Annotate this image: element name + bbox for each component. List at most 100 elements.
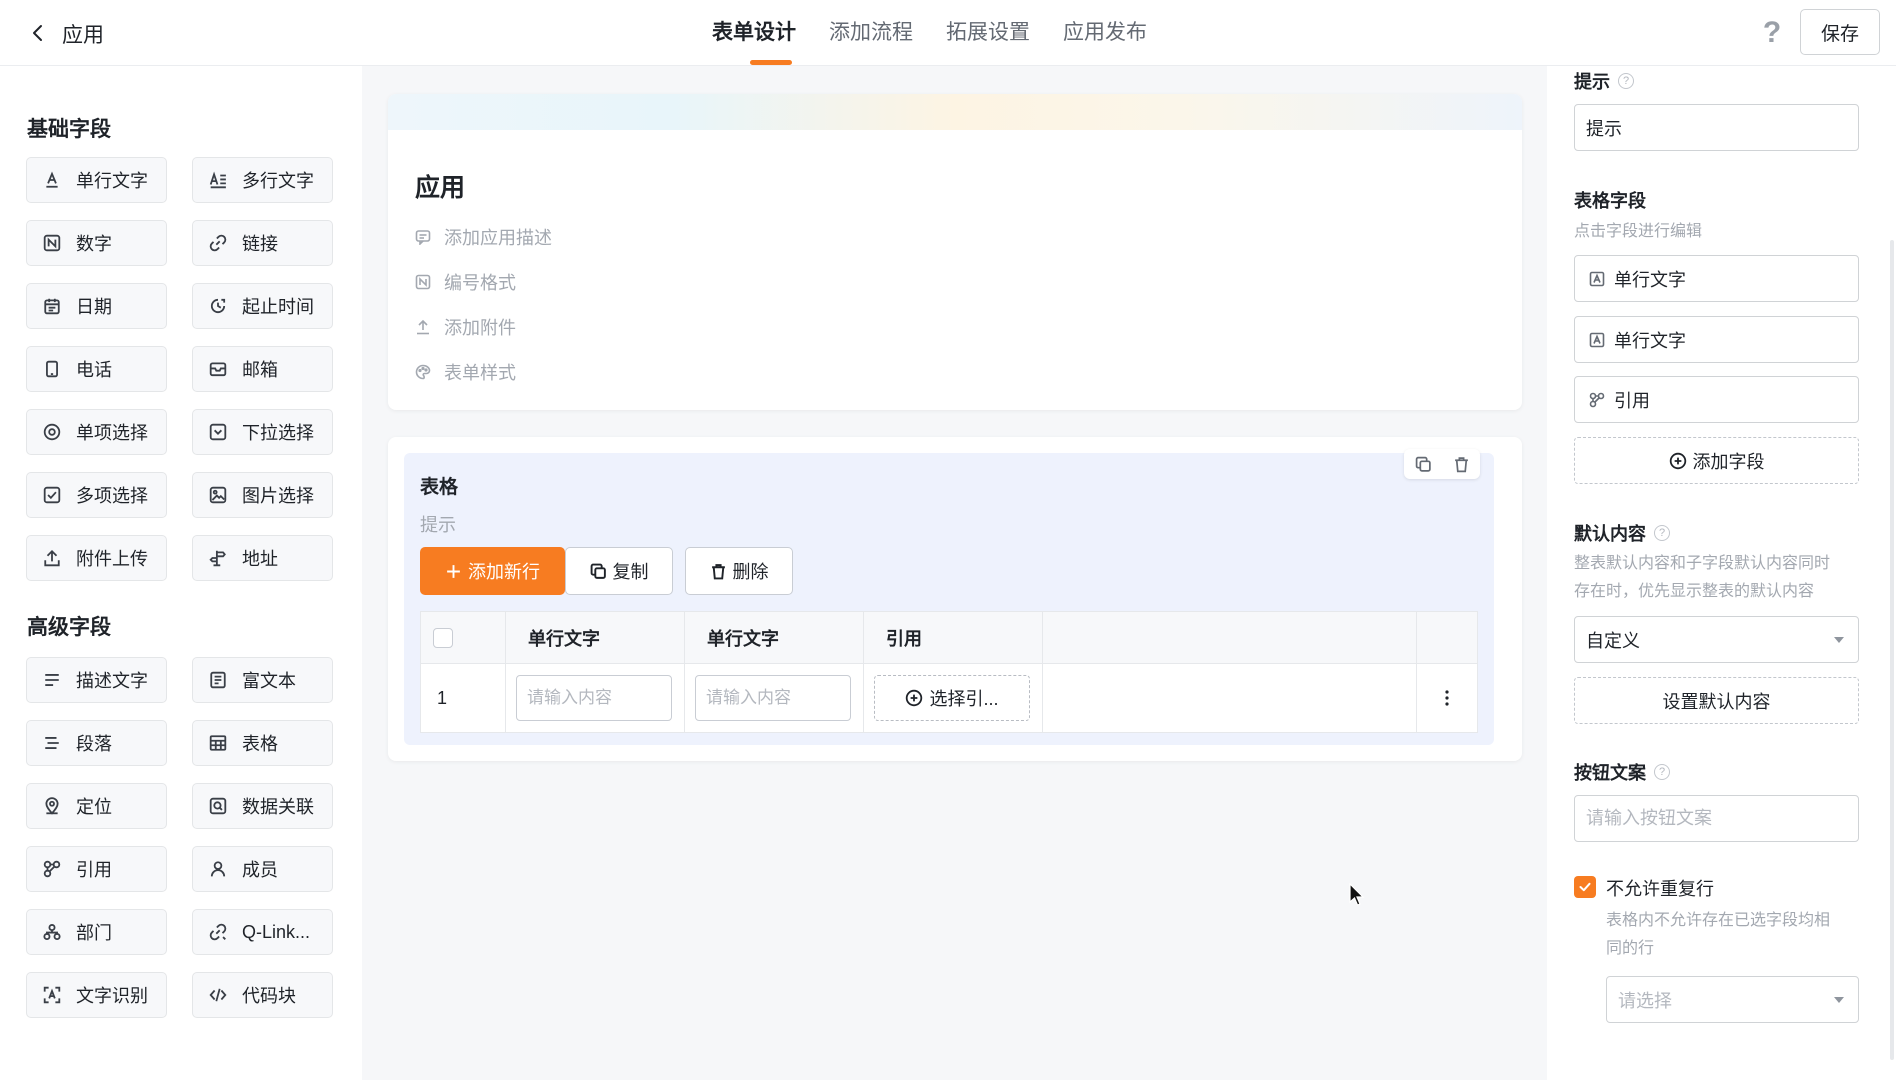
field-button[interactable]: 数据关联 <box>192 783 333 829</box>
field-button[interactable]: 地址 <box>192 535 333 581</box>
hint-input[interactable] <box>1574 104 1859 151</box>
data-link-icon <box>207 795 229 817</box>
field-button[interactable]: 代码块 <box>192 972 333 1018</box>
field-button-label: 多行文字 <box>242 171 314 191</box>
select-reference-button[interactable]: 选择引... <box>874 675 1030 721</box>
add-attachment-option[interactable]: 添加附件 <box>415 314 516 340</box>
button-text-input[interactable] <box>1574 795 1859 842</box>
field-button-label: 附件上传 <box>76 549 148 569</box>
tab-form-design[interactable]: 表单设计 <box>712 0 796 66</box>
form-style-option[interactable]: 表单样式 <box>415 359 516 385</box>
rich-text-icon <box>207 669 229 691</box>
table-field-item[interactable]: 单行文字 <box>1574 316 1859 363</box>
no-duplicate-field-select[interactable]: 请选择 <box>1606 976 1859 1023</box>
duplicate-field-button[interactable] <box>1404 449 1442 479</box>
tab-app-publish[interactable]: 应用发布 <box>1063 0 1147 66</box>
field-button[interactable]: 富文本 <box>192 657 333 703</box>
phone-icon <box>41 358 63 380</box>
radio-icon <box>41 421 63 443</box>
table-row: 1 选择引... <box>421 664 1477 732</box>
back-button[interactable] <box>22 17 54 49</box>
field-button[interactable]: 定位 <box>26 783 167 829</box>
select-all-checkbox[interactable] <box>433 627 453 648</box>
form-title[interactable]: 应用 <box>415 168 465 204</box>
field-button[interactable]: 链接 <box>192 220 333 266</box>
field-button[interactable]: 单项选择 <box>26 409 167 455</box>
field-button[interactable]: 起止时间 <box>192 283 333 329</box>
form-style-label: 表单样式 <box>444 363 516 383</box>
delete-row-button[interactable]: 删除 <box>685 547 793 595</box>
field-button[interactable]: 附件上传 <box>26 535 167 581</box>
form-header-card[interactable]: 应用 添加应用描述 编号格式 添加附件 表单样式 <box>388 94 1522 410</box>
field-button[interactable]: 引用 <box>26 846 167 892</box>
delete-field-button[interactable] <box>1442 449 1480 479</box>
no-duplicate-checkbox[interactable] <box>1574 876 1596 898</box>
field-button[interactable]: 图片选择 <box>192 472 333 518</box>
copy-row-button[interactable]: 复制 <box>565 547 673 595</box>
mouse-cursor-icon <box>1349 883 1365 906</box>
text-icon <box>1589 332 1605 347</box>
field-button[interactable]: 下拉选择 <box>192 409 333 455</box>
empty-row-cell <box>1043 664 1417 732</box>
field-button-label: 成员 <box>242 860 278 880</box>
add-description-option[interactable]: 添加应用描述 <box>415 224 552 250</box>
text-cell-input[interactable] <box>516 675 672 721</box>
multiline-text-icon <box>207 169 229 191</box>
add-attachment-label: 添加附件 <box>444 318 516 338</box>
table-fields-label: 表格字段 <box>1574 191 1646 211</box>
help-circle-icon[interactable]: ? <box>1654 525 1670 541</box>
field-button[interactable]: 段落 <box>26 720 167 766</box>
text-cell-input[interactable] <box>695 675 851 721</box>
sub-table-header: 单行文字 单行文字 引用 <box>421 612 1477 664</box>
no-duplicate-select-placeholder: 请选择 <box>1618 990 1672 1011</box>
field-button[interactable]: 单行文字 <box>26 157 167 203</box>
field-button[interactable]: 描述文字 <box>26 657 167 703</box>
add-field-button[interactable]: 添加字段 <box>1574 437 1859 484</box>
field-button[interactable]: 数字 <box>26 220 167 266</box>
help-circle-icon[interactable]: ? <box>1618 73 1634 89</box>
field-button[interactable]: 多项选择 <box>26 472 167 518</box>
field-button-label: 邮箱 <box>242 360 278 380</box>
table-field-item[interactable]: 引用 <box>1574 376 1859 423</box>
field-button[interactable]: 部门 <box>26 909 167 955</box>
field-button[interactable]: 邮箱 <box>192 346 333 392</box>
properties-scrollbar[interactable] <box>1890 240 1894 1060</box>
table-field-label: 单行文字 <box>1614 330 1686 351</box>
field-button[interactable]: 成员 <box>192 846 333 892</box>
set-default-button[interactable]: 设置默认内容 <box>1574 677 1859 724</box>
question-icon[interactable]: ? <box>1756 16 1788 49</box>
column-header[interactable]: 单行文字 <box>506 612 685 663</box>
row-cell <box>685 664 864 732</box>
add-row-button[interactable]: 添加新行 <box>420 547 565 595</box>
advanced-fields-title: 高级字段 <box>27 616 111 639</box>
trash-icon <box>1454 456 1468 472</box>
add-description-label: 添加应用描述 <box>444 228 552 248</box>
no-duplicate-sub-1: 表格内不允许存在已选字段均相 <box>1606 912 1831 929</box>
table-field-item[interactable]: 单行文字 <box>1574 255 1859 302</box>
tab-add-flow[interactable]: 添加流程 <box>829 0 913 66</box>
field-button[interactable]: 日期 <box>26 283 167 329</box>
save-button[interactable]: 保存 <box>1800 9 1880 55</box>
row-number-cell: 1 <box>421 664 506 732</box>
table-field-block[interactable]: 表格 提示 添加新行 复制 删除 单行文字 单行文字 引用 1 请输入内容 请输… <box>404 449 1494 745</box>
column-header[interactable]: 单行文字 <box>685 612 864 663</box>
default-content-label: 默认内容 ? <box>1574 520 1670 546</box>
field-button[interactable]: 文字识别 <box>26 972 167 1018</box>
plus-icon <box>447 564 460 578</box>
field-button[interactable]: 电话 <box>26 346 167 392</box>
number-format-option[interactable]: 编号格式 <box>415 269 516 295</box>
field-button-label: 段落 <box>76 734 112 754</box>
column-header[interactable]: 引用 <box>864 612 1043 663</box>
add-field-label: 添加字段 <box>1692 451 1765 472</box>
help-circle-icon[interactable]: ? <box>1654 764 1670 780</box>
table-field-label: 引用 <box>1614 390 1650 411</box>
table-field-card[interactable]: 表格 提示 添加新行 复制 删除 单行文字 单行文字 引用 1 请输入内容 请输… <box>388 437 1522 761</box>
plus-circle-icon <box>1669 452 1686 469</box>
field-button[interactable]: 表格 <box>192 720 333 766</box>
default-content-select[interactable]: 自定义 <box>1574 616 1859 663</box>
number-format-icon <box>415 274 431 290</box>
field-button[interactable]: 多行文字 <box>192 157 333 203</box>
tab-extend-settings[interactable]: 拓展设置 <box>946 0 1030 66</box>
more-icon[interactable] <box>1417 664 1477 732</box>
field-button[interactable]: Q-Link... <box>192 909 333 955</box>
